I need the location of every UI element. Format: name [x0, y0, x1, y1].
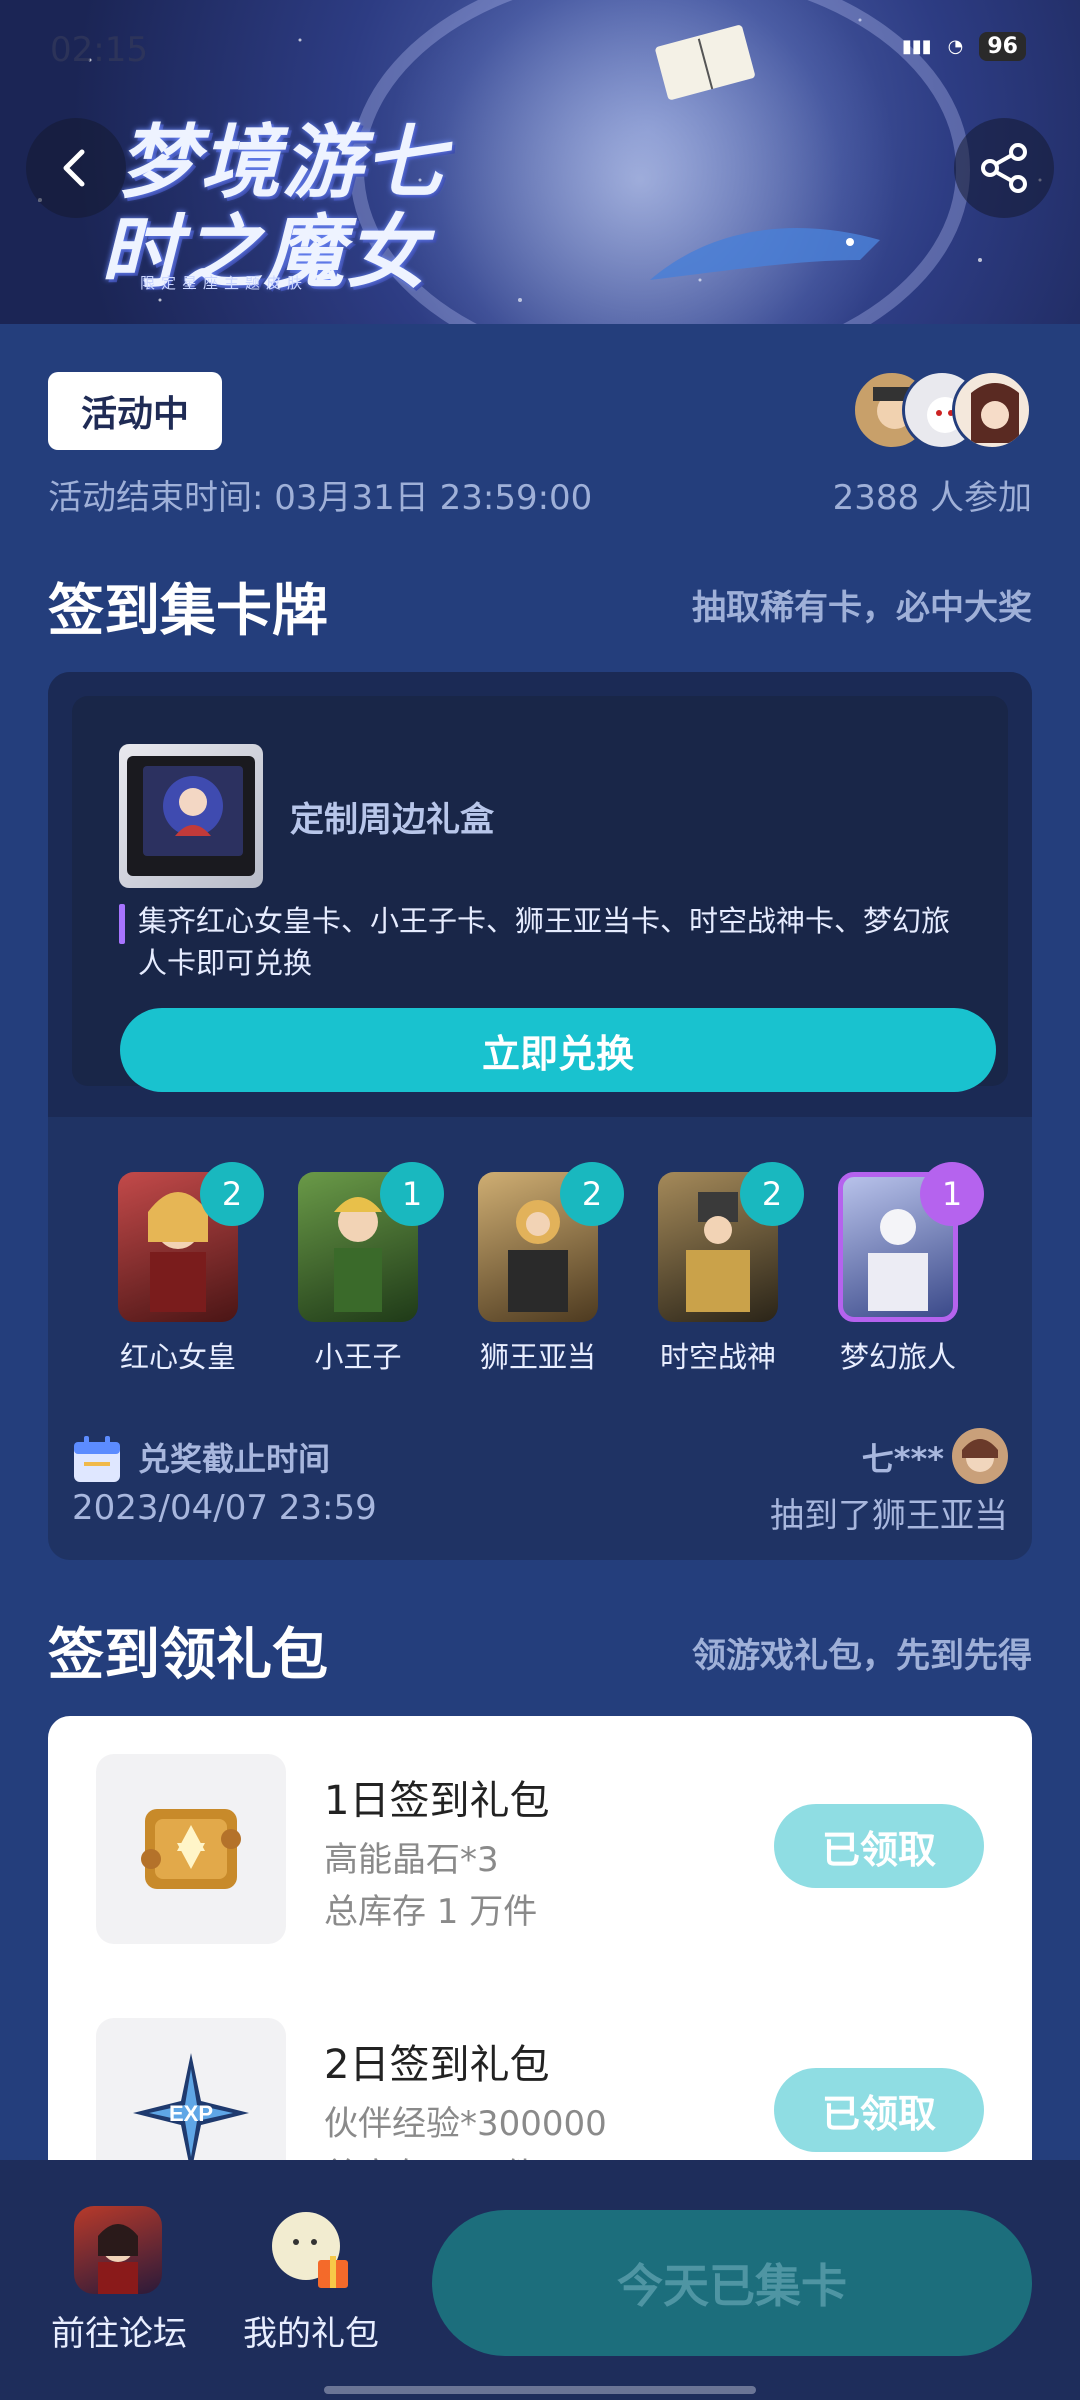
forum-icon — [74, 2206, 162, 2294]
prize-title: 定制周边礼盒 — [290, 800, 494, 840]
card-count-badge: 2 — [740, 1162, 804, 1226]
card-count-badge: 1 — [920, 1162, 984, 1226]
svg-text:EXP: EXP — [169, 2101, 213, 2126]
prize-description: 集齐红心女皇卡、小王子卡、狮王亚当卡、时空战神卡、梦幻旅人卡即可兑换 — [138, 904, 951, 980]
card-count-badge: 1 — [380, 1162, 444, 1226]
card-name: 红心女皇 — [119, 1340, 236, 1374]
winner-description: 抽到了狮王亚当 — [770, 1496, 1008, 1536]
chevron-left-icon — [63, 149, 85, 187]
calendar-icon — [74, 1436, 120, 1482]
sign-gifts-title: 签到领礼包 — [48, 1623, 328, 1688]
share-icon — [981, 143, 1027, 193]
description-accent-bar — [119, 904, 125, 944]
back-button[interactable] — [26, 118, 126, 218]
game-character-icon — [98, 2224, 138, 2294]
banner-subtitle: 限定星座主题皮肤 — [140, 274, 309, 292]
winner-avatar — [952, 1428, 1008, 1484]
card-name: 小王子 — [314, 1340, 402, 1374]
wifi-icon: ◔ — [947, 36, 964, 57]
card-collection-panel: 定制周边礼盒 集齐红心女皇卡、小王子卡、狮王亚当卡、时空战神卡、梦幻旅人卡即可兑… — [48, 672, 1032, 1560]
status-icons: ▮▮▮ ◔ 96 — [902, 32, 1026, 61]
card-item-red-heart-queen[interactable]: 2 红心女皇 — [98, 1162, 264, 1374]
gift-content: 高能晶石*3 — [324, 1840, 499, 1880]
deadline-value: 2023/04/07 23:59 — [72, 1488, 377, 1528]
status-time: 02:15 — [50, 30, 148, 70]
collected-today-button[interactable]: 今天已集卡 — [432, 2210, 1032, 2356]
activity-status-badge: 活动中 — [48, 372, 222, 450]
home-indicator[interactable] — [324, 2386, 756, 2394]
deadline-label: 兑奖截止时间 — [138, 1440, 331, 1478]
my-gifts-icon — [266, 2206, 354, 2294]
card-list: 2 红心女皇 1 小王子 2 狮王亚当 2 时空战神 1 梦幻旅人 — [48, 1162, 1032, 1392]
participant-avatars[interactable] — [852, 370, 1032, 450]
battery-indicator: 96 — [979, 32, 1026, 61]
card-count-badge: 2 — [200, 1162, 264, 1226]
avatar-face-icon — [971, 383, 1019, 443]
participant-count: 2388 人参加 — [832, 478, 1032, 518]
claimed-button[interactable]: 已领取 — [774, 2068, 984, 2152]
my-gifts-link[interactable]: 我的礼包 — [226, 2206, 386, 2366]
prize-section: 定制周边礼盒 集齐红心女皇卡、小王子卡、狮王亚当卡、时空战神卡、梦幻旅人卡即可兑… — [48, 672, 1032, 1117]
card-name: 梦幻旅人 — [839, 1340, 956, 1374]
sign-gifts-subtitle: 领游戏礼包，先到先得 — [692, 1636, 1032, 1676]
fish-illustration — [650, 228, 880, 280]
gift-stock: 总库存 1 万件 — [324, 1892, 538, 1932]
event-banner: 梦境游七 时之魔女 限定星座主题皮肤 02:15 ▮▮▮ ◔ 96 — [0, 0, 1080, 324]
exchange-now-button[interactable]: 立即兑换 — [120, 1008, 996, 1092]
crystal-chest-icon — [141, 1809, 241, 1889]
book-illustration — [655, 25, 755, 100]
sign-cards-subtitle: 抽取稀有卡，必中大奖 — [692, 588, 1032, 628]
card-name: 狮王亚当 — [479, 1340, 596, 1374]
gift-name: 2日签到礼包 — [324, 2042, 550, 2088]
signal-icon: ▮▮▮ — [901, 36, 932, 57]
gift-name: 1日签到礼包 — [324, 1778, 550, 1824]
activity-end-time: 活动结束时间: 03月31日 23:59:00 — [48, 478, 593, 518]
sign-cards-title: 签到集卡牌 — [48, 579, 328, 644]
card-item-time-war-god[interactable]: 2 时空战神 — [638, 1162, 804, 1374]
card-item-little-prince[interactable]: 1 小王子 — [278, 1162, 444, 1374]
gift-bun-icon — [272, 2212, 348, 2288]
my-gifts-label: 我的礼包 — [243, 2314, 379, 2354]
gift-thumbnail — [96, 1754, 286, 1944]
page: 梦境游七 时之魔女 限定星座主题皮肤 02:15 ▮▮▮ ◔ 96 活动中 活动… — [0, 0, 1080, 2400]
share-button[interactable] — [954, 118, 1054, 218]
card-item-lion-king-adam[interactable]: 2 狮王亚当 — [458, 1162, 624, 1374]
gift-box-icon — [127, 756, 255, 876]
forum-link[interactable]: 前往论坛 — [34, 2206, 194, 2366]
card-name: 时空战神 — [659, 1340, 776, 1374]
gift-box-image — [119, 744, 263, 888]
gift-content: 伙伴经验*300000 — [324, 2104, 607, 2144]
card-count-badge: 2 — [560, 1162, 624, 1226]
avatar — [952, 370, 1032, 450]
gift-row: 1日签到礼包 高能晶石*3 总库存 1 万件 已领取 — [48, 1716, 1032, 1956]
winner-name: 七*** — [861, 1440, 944, 1478]
prize-card: 定制周边礼盒 集齐红心女皇卡、小王子卡、狮王亚当卡、时空战神卡、梦幻旅人卡即可兑… — [72, 696, 1008, 1092]
card-item-dream-traveler[interactable]: 1 梦幻旅人 — [818, 1162, 984, 1374]
forum-label: 前往论坛 — [51, 2314, 187, 2354]
bottom-action-bar: 前往论坛 我的礼包 今天已集卡 — [0, 2160, 1080, 2400]
claimed-button[interactable]: 已领取 — [774, 1804, 984, 1888]
avatar-face-icon — [962, 1439, 998, 1472]
